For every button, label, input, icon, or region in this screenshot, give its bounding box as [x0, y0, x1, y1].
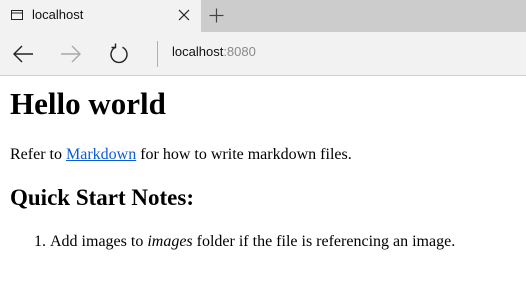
- page-heading: Hello world: [10, 86, 166, 121]
- address-port: :8080: [223, 44, 256, 59]
- browser-window: localhost localhost:8080 Hello world Ref…: [0, 0, 526, 290]
- window-icon: [11, 10, 23, 20]
- markdown-link[interactable]: Markdown: [66, 146, 136, 163]
- tab-strip: localhost: [0, 0, 526, 32]
- page-content: Hello world Refer to Markdown for how to…: [0, 76, 526, 290]
- tab-title: localhost: [32, 7, 84, 22]
- plus-icon[interactable]: [209, 8, 224, 23]
- intro-text-after: for how to write markdown files.: [136, 146, 352, 163]
- note-text-before: Add images to: [50, 233, 148, 250]
- toolbar-divider: [157, 41, 158, 67]
- section-heading: Quick Start Notes:: [10, 185, 194, 210]
- note-emphasis: images: [147, 233, 193, 250]
- list-item: Add images to images folder if the file …: [50, 232, 455, 252]
- close-icon[interactable]: [178, 9, 190, 21]
- navigation-bar: localhost:8080: [0, 32, 526, 76]
- intro-text-before: Refer to: [10, 146, 66, 163]
- refresh-icon[interactable]: [108, 43, 130, 65]
- tab-localhost[interactable]: localhost: [0, 0, 201, 32]
- address-bar[interactable]: localhost:8080: [172, 44, 256, 59]
- notes-list: Add images to images folder if the file …: [10, 232, 455, 252]
- intro-paragraph: Refer to Markdown for how to write markd…: [10, 145, 352, 165]
- address-host: localhost: [172, 44, 224, 59]
- note-text-after: folder if the file is referencing an ima…: [192, 233, 456, 250]
- back-arrow-icon[interactable]: [12, 43, 34, 65]
- forward-arrow-icon[interactable]: [60, 43, 82, 65]
